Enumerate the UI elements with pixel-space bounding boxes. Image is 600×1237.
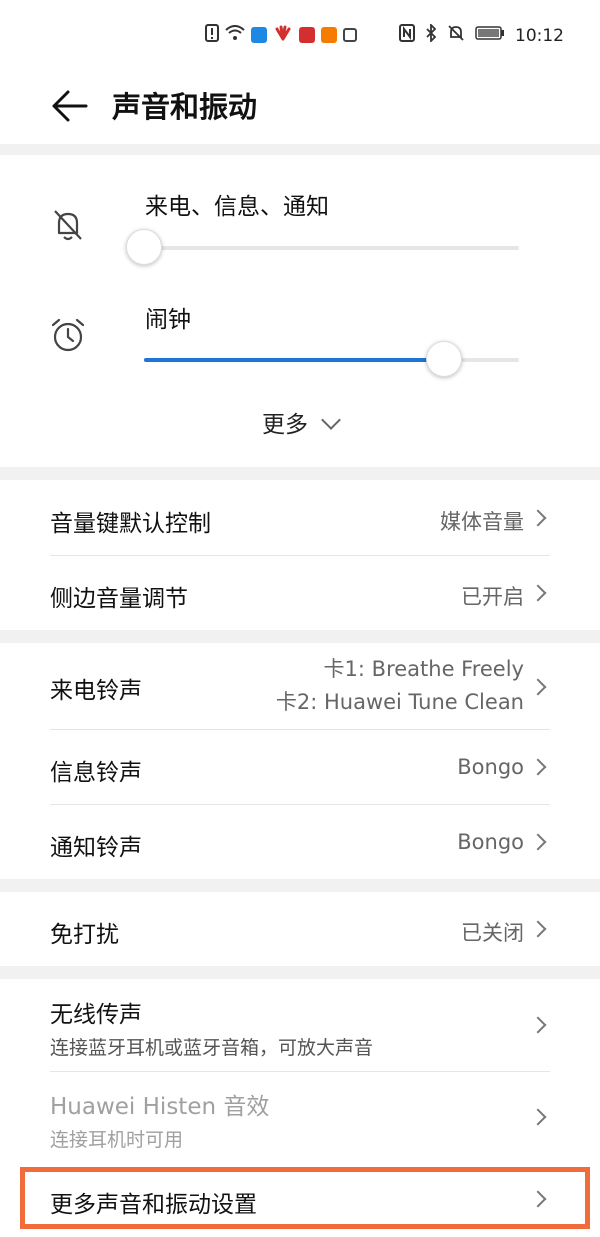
alarm-volume-slider[interactable]	[144, 341, 519, 377]
alert-icon	[205, 24, 219, 46]
chevron-right-icon	[529, 509, 547, 527]
cloud-icon	[251, 27, 267, 43]
call-ringtone-label: 来电铃声	[50, 678, 142, 704]
battery-icon	[475, 25, 505, 46]
ring-volume-slider[interactable]	[126, 229, 519, 265]
ringtones-card: 来电铃声 卡1: Breathe Freely 卡2: Huawei Tune …	[0, 643, 600, 879]
app-red-icon	[299, 27, 315, 43]
list-item-wireless-audio[interactable]: 无线传声 连接蓝牙耳机或蓝牙音箱，可放大声音	[50, 979, 550, 1071]
chevron-right-icon	[529, 833, 547, 851]
chevron-down-icon	[321, 410, 341, 430]
wireless-audio-sub: 连接蓝牙耳机或蓝牙音箱，可放大声音	[50, 1037, 374, 1059]
status-icons-left	[205, 24, 357, 46]
side-volume-label: 侧边音量调节	[50, 586, 188, 612]
call-ringtone-sim1: 卡1: Breathe Freely	[323, 657, 524, 681]
list-item-call-ringtone[interactable]: 来电铃声 卡1: Breathe Freely 卡2: Huawei Tune …	[50, 643, 550, 729]
list-item-message-ringtone[interactable]: 信息铃声 Bongo	[50, 729, 550, 804]
dnd-card: 免打扰 已关闭	[0, 892, 600, 966]
shield-icon	[343, 28, 357, 42]
notification-ringtone-label: 通知铃声	[50, 835, 142, 861]
alarm-volume-fill	[144, 358, 444, 362]
alarm-volume-label: 闹钟	[145, 307, 191, 333]
volume-keys-card: 音量键默认控制 媒体音量 侧边音量调节 已开启	[0, 480, 600, 630]
chevron-right-icon	[529, 584, 547, 602]
list-item-volume-key-control[interactable]: 音量键默认控制 媒体音量	[50, 480, 550, 555]
call-ringtone-sim2: 卡2: Huawei Tune Clean	[275, 690, 524, 714]
more-label: 更多	[262, 412, 308, 438]
bluetooth-icon	[425, 22, 437, 47]
notification-ringtone-value: Bongo	[457, 830, 524, 854]
video-icon	[321, 27, 337, 43]
list-item-side-volume[interactable]: 侧边音量调节 已开启	[50, 555, 550, 630]
status-bar: 10:12	[0, 0, 600, 72]
chevron-right-icon	[529, 920, 547, 938]
back-arrow-icon[interactable]	[50, 86, 90, 126]
page-title: 声音和振动	[112, 90, 258, 124]
histen-label: Huawei Histen 音效	[50, 1094, 270, 1120]
chevron-right-icon	[529, 1108, 547, 1126]
call-ringtone-value: 卡1: Breathe Freely 卡2: Huawei Tune Clean	[276, 653, 524, 719]
wireless-audio-label: 无线传声	[50, 1002, 142, 1028]
wifi-icon	[225, 25, 245, 45]
message-ringtone-value: Bongo	[457, 755, 524, 779]
chevron-right-icon	[529, 758, 547, 776]
alarm-clock-icon	[50, 317, 86, 353]
list-item-histen[interactable]: Huawei Histen 音效 连接耳机时可用	[50, 1071, 550, 1163]
chevron-right-icon	[529, 678, 547, 696]
ring-volume-label: 来电、信息、通知	[145, 194, 329, 220]
nfc-icon	[399, 24, 415, 47]
side-volume-value: 已开启	[461, 585, 524, 609]
volume-card: 来电、信息、通知 闹钟 更多	[0, 155, 600, 467]
chevron-right-icon	[529, 1016, 547, 1034]
ring-volume-thumb[interactable]	[126, 229, 162, 265]
list-item-do-not-disturb[interactable]: 免打扰 已关闭	[50, 892, 550, 966]
status-time: 10:12	[515, 25, 564, 46]
histen-sub: 连接耳机时可用	[50, 1129, 184, 1151]
list-item-notification-ringtone[interactable]: 通知铃声 Bongo	[50, 804, 550, 879]
highlight-box	[20, 1167, 590, 1229]
dnd-value: 已关闭	[461, 921, 524, 945]
huawei-icon	[273, 25, 293, 45]
dnd-label: 免打扰	[50, 922, 119, 948]
app-header: 声音和振动	[0, 72, 600, 144]
volume-key-control-value: 媒体音量	[440, 510, 524, 534]
bell-off-icon	[50, 207, 86, 243]
mute-icon	[447, 24, 465, 47]
message-ringtone-label: 信息铃声	[50, 760, 142, 786]
more-toggle[interactable]: 更多	[0, 405, 600, 439]
status-icons-right: 10:12	[399, 22, 564, 47]
volume-key-control-label: 音量键默认控制	[50, 511, 211, 537]
alarm-volume-thumb[interactable]	[426, 341, 462, 377]
